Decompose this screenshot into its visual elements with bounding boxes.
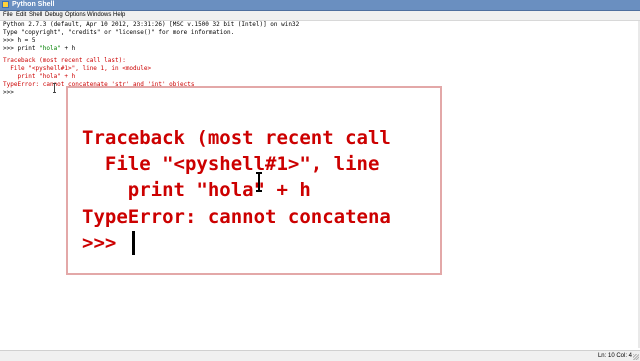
- text-caret: [132, 231, 135, 255]
- menu-options[interactable]: Options: [65, 11, 86, 20]
- traceback-line: print "hola" + h: [3, 73, 76, 80]
- zoom-line: print "hola" + h: [82, 179, 311, 201]
- traceback-line: Traceback (most recent call last):: [3, 57, 126, 64]
- menu-windows[interactable]: Windows: [87, 11, 111, 20]
- code: h = 5: [17, 37, 36, 44]
- menu-debug[interactable]: Debug: [45, 11, 63, 20]
- text-cursor-icon: [53, 83, 56, 93]
- prompt: >>>: [3, 45, 18, 52]
- banner-line: Type "copyright", "credits" or "license(…: [3, 29, 235, 36]
- zoom-line: Traceback (most recent call: [82, 127, 391, 149]
- menu-bar: File Edit Shell Debug Options Windows He…: [0, 11, 640, 21]
- menu-shell[interactable]: Shell: [29, 11, 42, 20]
- python-icon: [2, 1, 9, 8]
- zoom-magnifier: Traceback (most recent call File "<pyshe…: [66, 86, 442, 275]
- code: + h: [60, 45, 76, 52]
- status-bar: Ln: 10 Col: 4: [0, 350, 640, 361]
- traceback-line: File "<pyshell#1>", line 1, in <module>: [3, 65, 152, 72]
- menu-edit[interactable]: Edit: [16, 11, 26, 20]
- code: print: [17, 45, 40, 52]
- text-cursor-icon: [256, 172, 262, 192]
- zoom-line: TypeError: cannot concatena: [82, 206, 391, 228]
- menu-file[interactable]: File: [3, 11, 13, 20]
- input-line: >>> print "hola" + h: [3, 45, 75, 53]
- final-prompt: >>>: [3, 89, 18, 96]
- string-literal: "hola": [39, 45, 61, 52]
- zoom-line: File "<pyshell#1>", line: [82, 153, 380, 175]
- window-title: Python Shell: [12, 1, 55, 8]
- title-bar: Python Shell: [0, 0, 640, 11]
- menu-help[interactable]: Help: [113, 11, 125, 20]
- banner-line: Python 2.7.3 (default, Apr 10 2012, 23:3…: [3, 21, 300, 28]
- zoom-prompt: >>>: [82, 232, 128, 254]
- input-line: >>> h = 5: [3, 37, 36, 45]
- prompt: >>>: [3, 37, 18, 44]
- resize-grip-icon[interactable]: [633, 354, 639, 360]
